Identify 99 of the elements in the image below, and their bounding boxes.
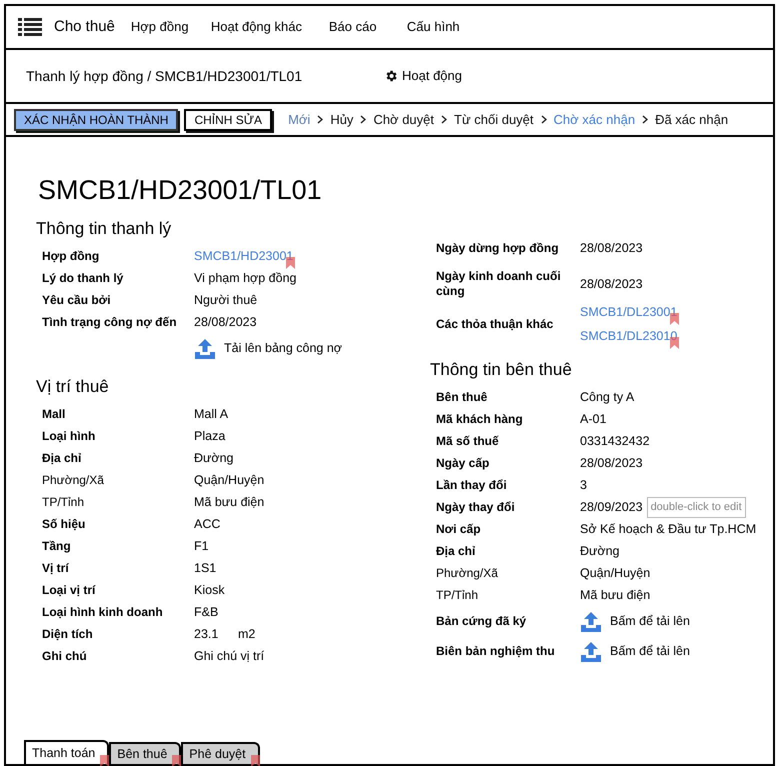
field-value: Plaza (194, 428, 226, 445)
field-value: F&B (194, 604, 218, 621)
field-label: Ngày thay đổi (435, 500, 516, 515)
field-label: Mã số thuế (435, 434, 500, 448)
status-step: Chờ duyệt (373, 110, 434, 130)
page-breadcrumb: Thanh lý hợp đồng / SMCB1/HD23001/TL01 (26, 66, 304, 86)
edit-button[interactable]: CHỈNH SỬA (184, 108, 272, 130)
field-value: Kiosk (194, 582, 225, 599)
field-value: F1 (194, 538, 209, 555)
edit-tooltip: double-click to edit (646, 497, 746, 518)
field-label: TP/Tỉnh (435, 588, 480, 603)
contract-link[interactable]: SMCB1/HD23001 (194, 247, 294, 266)
field-value: Công ty A (580, 388, 634, 406)
activity-button[interactable]: Hoạt động (384, 66, 462, 86)
field-label: Tình trạng công nợ đến (41, 315, 178, 330)
field-label: Ngày dừng hợp đồng (435, 240, 560, 256)
upload-icon (580, 640, 602, 662)
field-label: Hợp đồng (41, 249, 100, 264)
field-label: Vị trí (41, 560, 70, 576)
field-label: Loại hình kinh doanh (41, 604, 164, 620)
field-value: ACC (194, 516, 220, 533)
field-value: 28/09/2023 (580, 498, 643, 516)
field-label: Số hiệu (41, 516, 86, 532)
field-label: Mã khách hàng (435, 412, 524, 426)
field-value: Mã bưu điện (580, 587, 650, 604)
contract-link[interactable]: SMCB1/DL23010 (580, 326, 678, 346)
field-value: 28/08/2023 (580, 276, 643, 293)
field-value: Người thuê (194, 292, 258, 310)
status-step: Từ chối duyệt (454, 110, 534, 130)
field-value: Quận/Huyện (194, 472, 264, 489)
field-value: Quận/Huyện (580, 565, 650, 582)
status-step: Mới (288, 110, 310, 130)
chevron-icon (441, 115, 447, 124)
field-value: 28/08/2023 (580, 240, 643, 257)
nav-item[interactable]: Hợp đồng (130, 17, 211, 37)
upload-icon (580, 610, 602, 632)
field-label: Biên bản nghiệm thu (435, 644, 556, 659)
field-label: Nơi cấp (435, 522, 482, 537)
tab[interactable]: Phê duyệt (181, 742, 260, 764)
field-value: A-01 (580, 410, 606, 428)
section-heading: Thông tin bên thuê (430, 358, 573, 380)
nav-item[interactable]: Hoạt động khác (210, 17, 329, 37)
field-label: Lý do thanh lý (41, 271, 124, 286)
field-value: Đường (580, 543, 620, 560)
status-step: Chờ xác nhận (554, 110, 636, 130)
chevron-icon (642, 115, 648, 124)
upload-icon (194, 338, 216, 360)
field-label: Yêu cầu bởi (41, 293, 112, 308)
unit-label: m2 (238, 626, 256, 643)
section-heading: Vị trí thuê (36, 376, 110, 398)
field-label: TP/Tỉnh (41, 494, 86, 510)
field-value: 3 (580, 476, 587, 494)
field-label: Phường/Xã (41, 472, 105, 488)
field-label: Tầng (41, 538, 72, 554)
chevron-icon (540, 115, 547, 124)
field-value: 28/08/2023 (580, 454, 643, 472)
field-value: Mã bưu điện (194, 494, 264, 511)
upload-button[interactable]: Bấm để tải lên (580, 608, 690, 636)
tab[interactable]: Thanh toán (24, 740, 110, 764)
field-label: Địa chỉ (41, 450, 82, 466)
field-value: 1S1 (194, 560, 216, 577)
field-label: Loại vị trí (41, 582, 97, 598)
upload-button[interactable]: Tải lên bảng công nợ (194, 334, 342, 362)
gear-icon (384, 69, 398, 83)
field-label: Bên thuê (435, 390, 488, 404)
confirm-button[interactable]: XÁC NHẬN HOÀN THÀNH (14, 108, 178, 130)
chevron-icon (360, 115, 366, 124)
field-label: Ghi chú (41, 648, 88, 664)
field-label: Diện tích (41, 626, 94, 642)
section-heading: Thông tin thanh lý (36, 218, 172, 240)
nav-item[interactable]: Báo cáo (328, 17, 407, 37)
field-value: 23.1 (194, 626, 220, 643)
contract-link[interactable]: SMCB1/DL23001 (580, 303, 678, 322)
field-label: Loại hình (41, 428, 96, 444)
field-value: Mall A (194, 406, 228, 423)
field-value: 28/08/2023 (194, 314, 257, 332)
field-label: Các thỏa thuận khác (435, 316, 554, 332)
status-step: Đã xác nhận (655, 110, 728, 130)
field-value: 0331432432 (580, 432, 650, 450)
status-step: Hủy (330, 110, 354, 130)
app-title[interactable]: Cho thuê (54, 16, 115, 38)
field-label: Lần thay đổi (435, 478, 508, 492)
record-title: SMCB1/HD23001/TL01 (38, 177, 323, 204)
field-label: Ngày cấp (435, 456, 490, 470)
field-label: Bản cứng đã ký (435, 614, 528, 629)
tab[interactable]: Bên thuê (109, 742, 182, 764)
nav-item[interactable]: Cấu hình (406, 17, 487, 37)
field-label: Mall (41, 406, 66, 422)
field-label: Ngày kinh doanh cuối cùng (435, 269, 562, 299)
field-value: Sở Kế hoạch & Đầu tư Tp.HCM (580, 521, 756, 538)
chevron-icon (317, 115, 324, 124)
field-value: Đường (194, 450, 234, 467)
field-label: Phường/Xã (435, 566, 499, 581)
menu-icon[interactable] (18, 17, 42, 37)
field-label: Địa chỉ (435, 544, 476, 559)
upload-button[interactable]: Bấm để tải lên (580, 638, 690, 666)
bookmark-icon (250, 755, 260, 766)
field-value: Vi phạm hợp đồng (194, 270, 296, 288)
field-value: Ghi chú vị trí (194, 648, 264, 665)
